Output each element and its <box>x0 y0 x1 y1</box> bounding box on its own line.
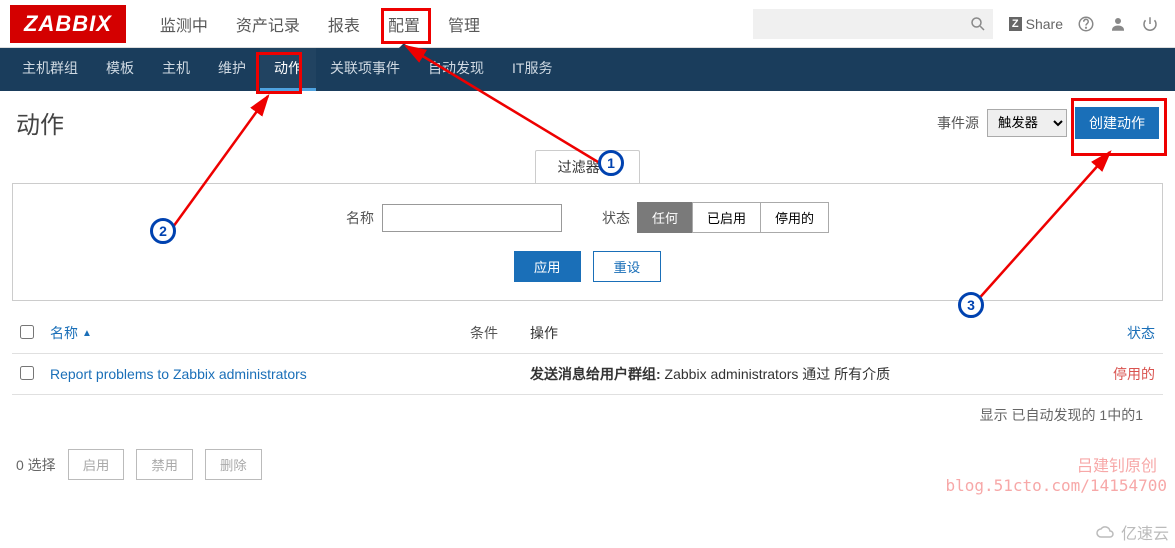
col-status-header[interactable]: 状态 <box>1075 323 1155 343</box>
status-disabled[interactable]: 停用的 <box>760 202 829 233</box>
search-button[interactable] <box>963 9 993 39</box>
sort-asc-icon: ▲ <box>82 328 92 339</box>
subnav-discovery[interactable]: 自动发现 <box>414 48 498 91</box>
watermark-brand: 亿速云 <box>1095 520 1169 544</box>
search-icon <box>969 15 987 33</box>
search-input[interactable] <box>753 9 963 39</box>
event-source-select[interactable]: 触发器 <box>987 109 1067 137</box>
actions-table: 名称 ▲ 条件 操作 状态 Report problems to Zabbix … <box>12 313 1163 435</box>
zabbix-logo[interactable]: ZABBIX <box>10 5 126 43</box>
share-link[interactable]: Z Share <box>1009 16 1063 32</box>
subnav-actions[interactable]: 动作 <box>260 48 316 91</box>
subnav-hostgroups[interactable]: 主机群组 <box>8 48 92 91</box>
share-z-icon: Z <box>1009 17 1022 31</box>
create-action-button[interactable]: 创建动作 <box>1075 107 1159 139</box>
apply-button[interactable]: 应用 <box>514 251 581 282</box>
filter-status-label: 状态 <box>602 208 630 228</box>
filter-name-label: 名称 <box>346 208 374 228</box>
row-status-link[interactable]: 停用的 <box>1075 364 1155 384</box>
table-row: Report problems to Zabbix administrators… <box>12 354 1163 395</box>
subnav-templates[interactable]: 模板 <box>92 48 148 91</box>
filter-box: 名称 状态 任何 已启用 停用的 应用 重设 <box>12 183 1163 301</box>
row-op: 发送消息给用户群组: Zabbix administrators 通过 所有介质 <box>530 364 1075 384</box>
delete-button[interactable]: 删除 <box>205 449 262 480</box>
row-checkbox[interactable] <box>20 366 34 380</box>
action-name-link[interactable]: Report problems to Zabbix administrators <box>50 366 307 382</box>
help-icon[interactable] <box>1077 15 1095 33</box>
page-title: 动作 <box>16 105 64 140</box>
subnav-services[interactable]: IT服务 <box>498 48 566 91</box>
table-summary: 显示 已自动发现的 1中的1 <box>12 395 1163 435</box>
reset-button[interactable]: 重设 <box>593 251 662 282</box>
filter-tab[interactable]: 过滤器 ▲ <box>535 150 641 183</box>
status-any[interactable]: 任何 <box>637 202 693 233</box>
event-source-label: 事件源 <box>937 113 979 133</box>
selected-count: 0 选择 <box>16 455 56 475</box>
topnav-monitoring[interactable]: 监测中 <box>146 0 222 48</box>
share-label: Share <box>1026 16 1063 32</box>
watermark-url: blog.51cto.com/14154700 <box>945 476 1167 495</box>
power-icon[interactable] <box>1141 15 1159 33</box>
subnav-maintenance[interactable]: 维护 <box>204 48 260 91</box>
topnav-administration[interactable]: 管理 <box>434 0 494 48</box>
subnav-hosts[interactable]: 主机 <box>148 48 204 91</box>
status-enabled[interactable]: 已启用 <box>692 202 761 233</box>
cloud-icon <box>1095 525 1117 539</box>
col-cond-header: 条件 <box>470 323 530 343</box>
select-all-checkbox[interactable] <box>20 325 34 339</box>
enable-button[interactable]: 启用 <box>68 449 125 480</box>
filter-name-input[interactable] <box>382 204 562 232</box>
col-name-header[interactable]: 名称 ▲ <box>50 323 470 343</box>
sub-nav: 主机群组 模板 主机 维护 动作 关联项事件 自动发现 IT服务 <box>0 48 1175 91</box>
topnav-inventory[interactable]: 资产记录 <box>222 0 314 48</box>
top-nav: 监测中 资产记录 报表 配置 管理 <box>146 0 494 48</box>
table-header: 名称 ▲ 条件 操作 状态 <box>12 313 1163 354</box>
topnav-reports[interactable]: 报表 <box>314 0 374 48</box>
user-icon[interactable] <box>1109 15 1127 33</box>
topnav-configuration[interactable]: 配置 <box>374 0 434 48</box>
col-op-header: 操作 <box>530 323 1075 343</box>
subnav-correlation[interactable]: 关联项事件 <box>316 48 414 91</box>
watermark-author: 吕建钊原创 <box>1077 452 1157 476</box>
disable-button[interactable]: 禁用 <box>136 449 193 480</box>
status-segmented: 任何 已启用 停用的 <box>638 202 829 233</box>
